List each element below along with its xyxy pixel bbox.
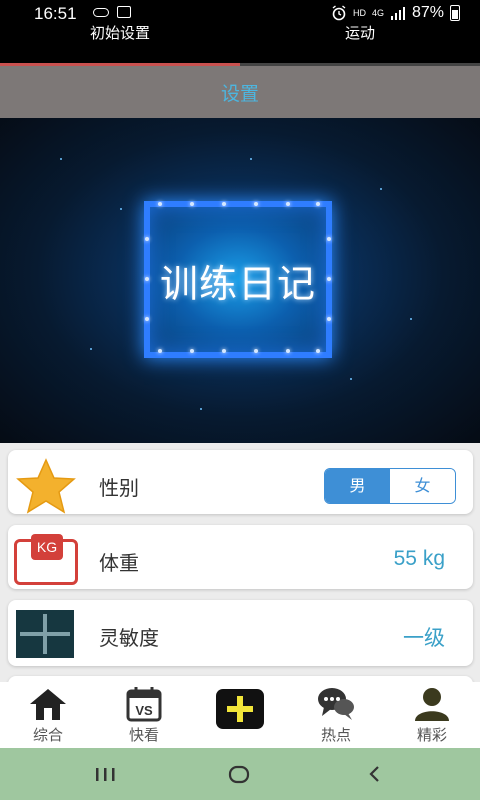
status-time: 16:51 xyxy=(34,4,77,23)
alarm-icon xyxy=(332,5,346,21)
gender-female-option[interactable]: 女 xyxy=(390,469,455,503)
vs-calendar-icon: VS xyxy=(126,687,162,722)
home-icon xyxy=(30,689,66,720)
tab-sport[interactable]: 运动 xyxy=(240,26,480,66)
battery-percent: 87% xyxy=(411,4,444,21)
nav-item-quick-view[interactable]: VS 快看 xyxy=(96,682,192,748)
system-nav-bar xyxy=(0,748,480,800)
battery-icon xyxy=(450,5,460,21)
nav-item-add[interactable] xyxy=(192,682,288,748)
page-header: 设置 xyxy=(0,66,480,118)
svg-text:VS: VS xyxy=(135,703,153,718)
gender-setting-row[interactable]: 性别 男 女 xyxy=(8,450,473,514)
status-bar: 16:51 HD 4G 87% xyxy=(0,0,480,26)
gender-toggle: 男 女 xyxy=(324,468,456,504)
weight-label: 体重 xyxy=(99,551,139,575)
agility-value: 一级 xyxy=(403,626,445,650)
gender-male-option[interactable]: 男 xyxy=(325,469,390,503)
recent-apps-icon[interactable] xyxy=(93,762,119,786)
weight-setting-row[interactable]: KG 体重 55 kg xyxy=(8,525,473,589)
status-system-icons: HD 4G 87% xyxy=(331,4,460,22)
tab-initial-settings[interactable]: 初始设置 xyxy=(0,26,240,66)
network-indicator: 4G xyxy=(371,8,384,18)
nav-label-highlights: 精彩 xyxy=(416,726,447,744)
nav-item-overview[interactable]: 综合 xyxy=(0,682,96,748)
nav-label-quick-view: 快看 xyxy=(128,726,159,744)
top-tab-bar: 初始设置 运动 xyxy=(0,26,480,66)
sparkle xyxy=(200,408,202,410)
nav-item-hot[interactable]: 热点 xyxy=(288,682,384,748)
sparkle xyxy=(60,158,62,160)
sparkle xyxy=(380,188,382,190)
nav-label-hot: 热点 xyxy=(320,726,351,744)
nav-item-highlights[interactable]: 精彩 xyxy=(384,682,480,748)
sparkle xyxy=(410,318,412,320)
banner-title: 训练日记 xyxy=(159,262,316,306)
sparkle xyxy=(250,158,252,160)
person-icon xyxy=(415,688,449,721)
back-icon[interactable] xyxy=(362,762,388,786)
add-icon xyxy=(216,689,264,729)
cloud-icon xyxy=(93,8,109,17)
status-notification-icons xyxy=(93,6,131,18)
plus-icon xyxy=(16,610,74,658)
sparkle xyxy=(90,348,92,350)
hd-indicator: HD xyxy=(352,8,366,18)
nav-label-overview: 综合 xyxy=(32,726,63,744)
page-title: 设置 xyxy=(220,82,259,105)
sparkle xyxy=(350,378,352,380)
star-icon xyxy=(16,458,76,514)
signal-icon xyxy=(390,7,405,20)
agility-setting-row[interactable]: 灵敏度 一级 xyxy=(8,600,473,666)
agility-label: 灵敏度 xyxy=(99,626,159,650)
sparkle xyxy=(120,208,122,210)
kg-tag: KG xyxy=(31,534,63,560)
chat-bubbles-icon xyxy=(318,688,354,720)
home-button-icon[interactable] xyxy=(226,762,252,786)
notification-box-icon xyxy=(117,6,131,18)
weight-value: 55 kg xyxy=(393,547,445,570)
banner-neon-frame: 训练日记 xyxy=(144,201,332,358)
gender-label: 性别 xyxy=(99,476,139,500)
banner-image: 训练日记 xyxy=(0,118,480,443)
kg-scale-icon: KG xyxy=(14,534,78,585)
bottom-nav: 综合 VS 快看 热点 精彩 xyxy=(0,682,480,748)
